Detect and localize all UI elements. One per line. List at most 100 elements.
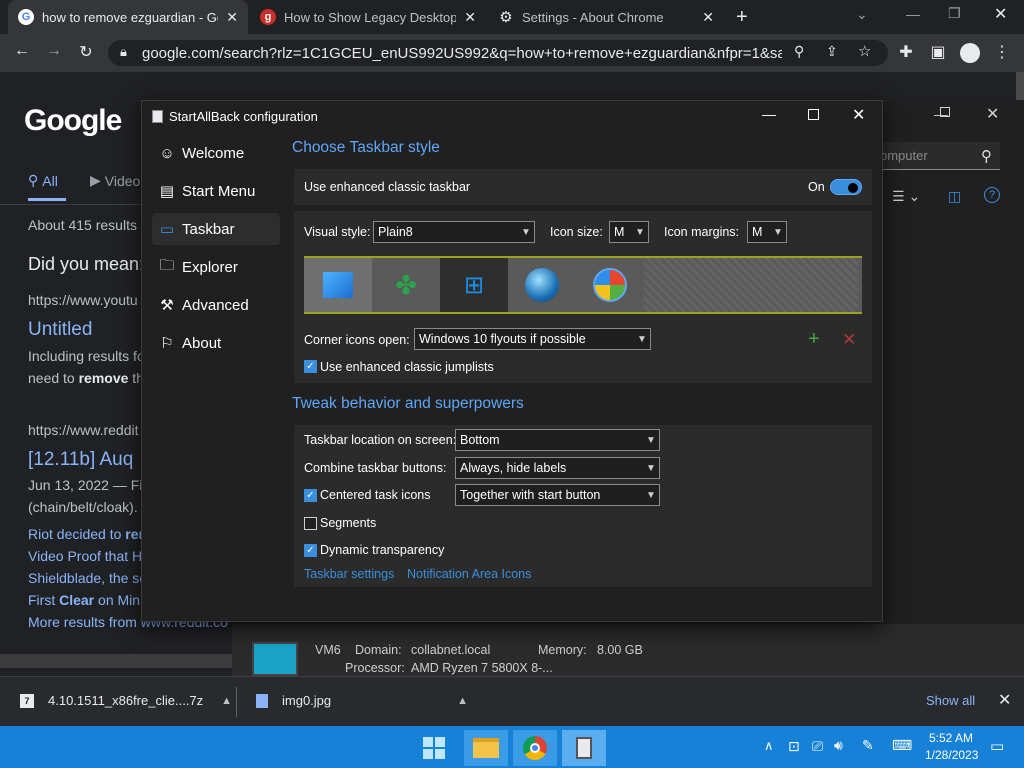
usb-icon[interactable]: ⎚ xyxy=(812,738,823,755)
vm-search-input[interactable]: omputer ⚲ xyxy=(876,142,1000,170)
nav-explorer[interactable]: 🗀 Explorer xyxy=(152,251,280,283)
start-button[interactable] xyxy=(412,730,456,766)
close-icon[interactable]: ✕ xyxy=(998,690,1011,710)
minimize-icon[interactable]: — xyxy=(906,6,920,22)
enhanced-toggle[interactable] xyxy=(830,179,862,195)
jumplists-checkbox[interactable]: ✓ xyxy=(304,360,317,373)
reload-icon[interactable]: ↻ xyxy=(74,42,98,62)
result-url: https://www.youtu xyxy=(28,292,138,308)
bookmark-star-icon[interactable]: ☆ xyxy=(858,42,871,60)
side-panel-icon[interactable]: ▣ xyxy=(926,42,950,62)
location-icon[interactable]: ⚲ xyxy=(794,43,804,60)
chevron-up-icon[interactable]: ▲ xyxy=(457,695,468,707)
maximize-icon[interactable] xyxy=(940,107,950,117)
remove-icon[interactable]: ✕ xyxy=(842,330,856,350)
close-tab-icon[interactable]: ✕ xyxy=(226,9,238,26)
taskbar-file-explorer[interactable] xyxy=(464,730,508,766)
dynamic-checkbox[interactable]: ✓ xyxy=(304,544,317,557)
active-tab-underline xyxy=(28,198,66,201)
help-icon[interactable]: ? xyxy=(984,187,1000,203)
toggle-state: On xyxy=(808,180,825,194)
tab-title: How to Show Legacy Desktop Ico xyxy=(284,9,457,25)
taskbar-chrome[interactable] xyxy=(513,730,557,766)
sub-result-link[interactable]: Video Proof that H xyxy=(28,548,142,564)
corner-icons-select[interactable]: Windows 10 flyouts if possible ▼ xyxy=(414,328,651,350)
sub-result-link[interactable]: Shieldblade, the se xyxy=(28,570,147,586)
tweak-title: Tweak behavior and superpowers xyxy=(292,395,524,412)
visual-style-select[interactable]: Plain8 ▼ xyxy=(373,221,535,243)
result-title[interactable]: [12.11b] Auq xyxy=(28,449,133,471)
icon-size-label: Icon size: xyxy=(550,225,603,239)
network-icon[interactable]: ⊡ xyxy=(788,738,800,755)
search-icon: ⚲ xyxy=(981,147,992,165)
nav-about[interactable]: ⚐ About xyxy=(152,327,280,359)
icon-size-select[interactable]: M ▼ xyxy=(609,221,649,243)
preview-pane-icon[interactable]: ◫ xyxy=(948,188,961,205)
tab-search-chevron-icon[interactable]: ⌄ xyxy=(856,6,868,23)
show-all-button[interactable]: Show all xyxy=(926,693,975,708)
close-icon[interactable]: ✕ xyxy=(986,104,999,124)
notification-area-link[interactable]: Notification Area Icons xyxy=(407,567,531,581)
clock-time: 5:52 AM xyxy=(928,731,974,745)
notification-icon[interactable]: ▭ xyxy=(990,737,1004,755)
close-tab-icon[interactable]: ✕ xyxy=(464,9,476,26)
style-option-win7[interactable] xyxy=(508,258,576,312)
view-options-icon[interactable]: ☰ ⌄ xyxy=(892,188,920,205)
nav-start-menu[interactable]: ▤ Start Menu xyxy=(152,175,280,207)
download-item[interactable]: img0.jpg ▲ xyxy=(256,693,468,708)
location-select[interactable]: Bottom ▼ xyxy=(455,429,660,451)
results-count: About 415 results xyxy=(28,217,137,233)
chevron-up-icon[interactable]: ▲ xyxy=(221,695,232,707)
chevron-up-icon[interactable]: ∧ xyxy=(764,738,774,754)
close-icon[interactable]: ✕ xyxy=(852,105,865,125)
close-window-icon[interactable]: ✕ xyxy=(994,4,1007,24)
search-tab-all[interactable]: ⚲ All xyxy=(28,172,58,189)
nav-taskbar[interactable]: ▭ Taskbar xyxy=(152,213,280,245)
pen-icon[interactable]: ✎ xyxy=(862,737,874,754)
windows-logo-icon xyxy=(423,737,445,759)
extensions-icon[interactable]: ✚ xyxy=(894,42,918,62)
download-item[interactable]: 7 4.10.1511_x86fre_clie....7z ▲ xyxy=(20,693,232,708)
keyboard-icon[interactable]: ⌨ xyxy=(892,737,912,754)
centered-checkbox[interactable]: ✓ xyxy=(304,489,317,502)
start-menu-icon: ▤ xyxy=(159,183,175,200)
style-option-custom[interactable] xyxy=(304,258,372,312)
clover-icon: ✤ xyxy=(395,269,417,300)
clock[interactable]: 5:52 AM 1/28/2023 xyxy=(925,731,978,762)
maximize-icon[interactable] xyxy=(808,109,819,120)
icon-margins-select[interactable]: M ▼ xyxy=(747,221,787,243)
back-icon[interactable]: ← xyxy=(10,42,34,60)
tab-google-search[interactable]: G how to remove ezguardian - Goo ✕ xyxy=(8,0,248,34)
new-tab-icon[interactable]: + xyxy=(736,6,748,29)
centered-select[interactable]: Together with start button ▼ xyxy=(455,484,660,506)
sub-result-link[interactable]: First Clear on Min xyxy=(28,592,140,608)
nav-welcome[interactable]: ☺ Welcome xyxy=(152,137,280,169)
sub-result-link[interactable]: Riot decided to ren xyxy=(28,526,147,542)
nav-advanced[interactable]: ⚒ Advanced xyxy=(152,289,280,321)
result-title[interactable]: Untitled xyxy=(28,319,92,341)
taskbar-startallback[interactable] xyxy=(562,730,606,766)
restore-icon[interactable]: ❐ xyxy=(948,5,961,22)
add-icon[interactable]: + xyxy=(808,328,820,351)
vista-orb-icon xyxy=(593,268,627,302)
close-tab-icon[interactable]: ✕ xyxy=(702,9,714,26)
address-bar[interactable]: 🔒︎ google.com/search?rlz=1C1GCEU_enUS992… xyxy=(108,40,888,66)
combine-select[interactable]: Always, hide labels ▼ xyxy=(455,457,660,479)
segments-checkbox[interactable] xyxy=(304,517,317,530)
tab-chrome-settings[interactable]: ⚙ Settings - About Chrome ✕ xyxy=(488,0,724,34)
style-option-vista[interactable] xyxy=(576,258,644,312)
taskbar-settings-link[interactable]: Taskbar settings xyxy=(304,567,394,581)
style-option-win8[interactable]: ✤ xyxy=(372,258,440,312)
forward-icon[interactable]: → xyxy=(42,42,66,60)
search-tab-video[interactable]: ▶ Video xyxy=(90,172,140,189)
profile-avatar[interactable] xyxy=(960,43,980,63)
volume-icon[interactable]: 🔊︎ xyxy=(834,737,843,754)
visual-style-label: Visual style: xyxy=(304,225,371,239)
minimize-icon[interactable]: — xyxy=(762,106,776,122)
style-option-win10[interactable]: ⊞ xyxy=(440,258,508,312)
tab-legacy-desktop[interactable]: g How to Show Legacy Desktop Ico ✕ xyxy=(250,0,486,34)
share-icon[interactable]: ⇪ xyxy=(826,43,838,60)
menu-kebab-icon[interactable]: ⋮ xyxy=(990,42,1014,62)
about-icon: ⚐ xyxy=(160,335,174,352)
choose-style-title: Choose Taskbar style xyxy=(292,139,440,156)
